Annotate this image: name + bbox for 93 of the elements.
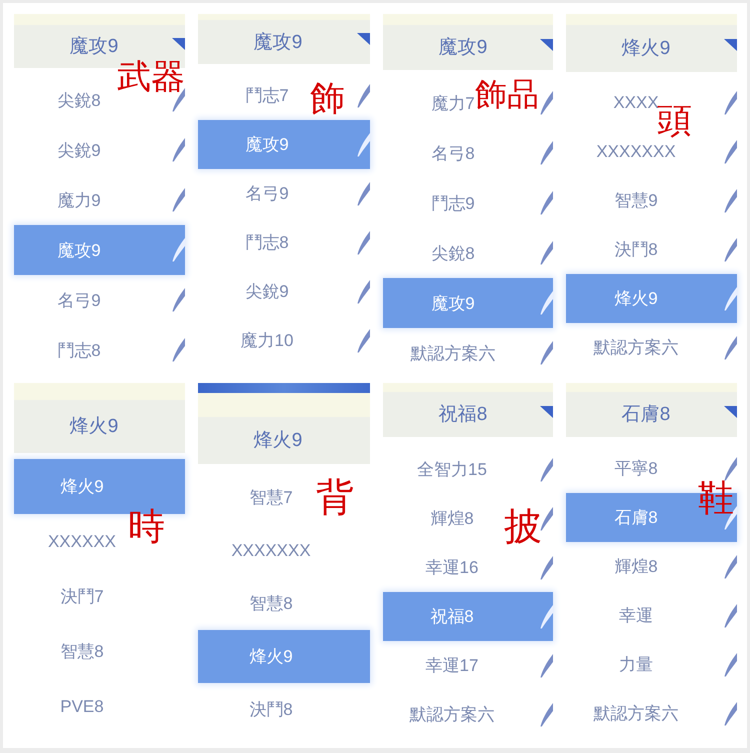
pen-icon[interactable] (172, 138, 185, 162)
list-item[interactable]: 魔攻9 (57, 242, 101, 258)
dropdown[interactable]: 烽火9 (198, 393, 370, 464)
pen-icon[interactable] (724, 188, 737, 212)
list-item[interactable]: 鬥志7 (245, 87, 289, 104)
list-item[interactable]: 智慧8 (60, 643, 104, 660)
list-item[interactable]: XXXXXX (48, 533, 116, 550)
list-item[interactable]: 智慧7 (249, 489, 293, 506)
list-item[interactable]: 尖銳9 (245, 283, 289, 300)
list-item[interactable]: 名弓8 (431, 144, 475, 162)
pen-icon[interactable] (357, 132, 370, 156)
pen-icon[interactable] (540, 141, 553, 165)
list-item[interactable]: 魔力9 (57, 192, 101, 208)
dropdown[interactable]: 烽火9 (566, 14, 737, 72)
pen-icon[interactable] (724, 238, 737, 262)
dropdown[interactable]: 魔攻9 (383, 14, 553, 70)
list-item[interactable]: 智慧9 (614, 192, 658, 209)
list-item[interactable]: 鬥志8 (57, 342, 101, 358)
list-item[interactable]: 烽火9 (614, 290, 658, 307)
pen-icon[interactable] (724, 286, 737, 310)
list-item[interactable]: 默認方案六 (594, 705, 678, 722)
pen-icon[interactable] (357, 230, 370, 254)
annotation-text: 背 (316, 479, 354, 517)
pen-icon[interactable] (540, 604, 553, 628)
pen-icon[interactable] (172, 338, 185, 362)
pen-icon[interactable] (724, 456, 737, 480)
list-item[interactable]: 幸運17 (426, 657, 478, 674)
list-item[interactable]: PVE8 (60, 698, 104, 715)
pen-icon[interactable] (540, 91, 553, 115)
list-item[interactable]: 輝煌8 (430, 510, 474, 527)
pen-icon[interactable] (540, 556, 553, 580)
dropdown[interactable]: 石膚8 (566, 383, 737, 437)
pen-icon[interactable] (540, 291, 553, 315)
list-item[interactable]: 尖銳8 (431, 244, 475, 262)
pen-icon[interactable] (540, 458, 553, 482)
list-item[interactable]: 智慧8 (249, 595, 293, 612)
pen-icon[interactable] (724, 336, 737, 360)
pen-icon[interactable] (172, 288, 185, 312)
pen-icon[interactable] (540, 191, 553, 215)
pen-icon[interactable] (540, 341, 553, 365)
list-item[interactable]: 決鬥7 (60, 588, 104, 605)
list-item[interactable]: 全智力15 (417, 461, 487, 478)
annotation-text: 頭 (657, 103, 692, 138)
list-item[interactable]: 默認方案六 (410, 706, 494, 723)
pen-icon[interactable] (540, 241, 553, 265)
annotation-text: 時 (128, 508, 165, 545)
list-item[interactable]: 名弓9 (57, 292, 101, 308)
list-item[interactable]: 默認方案六 (594, 339, 678, 356)
pen-icon[interactable] (172, 238, 185, 262)
list-item[interactable]: 烽火9 (249, 648, 293, 665)
annotation-text: 披 (504, 508, 542, 546)
list-item[interactable]: 石膚8 (614, 509, 658, 526)
pen-icon[interactable] (540, 654, 553, 678)
list-item[interactable]: 鬥志9 (431, 194, 475, 212)
annotation-text: 飾 (310, 81, 345, 116)
list-item[interactable]: 祝福8 (430, 608, 474, 625)
list-item[interactable]: 幸運16 (426, 559, 478, 576)
pen-icon[interactable] (540, 702, 553, 726)
dropdown[interactable]: 祝福8 (383, 383, 553, 437)
list-item[interactable]: 魔攻9 (431, 294, 475, 312)
dropdown[interactable]: 魔攻9 (198, 14, 370, 64)
list-item[interactable]: 決鬥8 (614, 241, 658, 258)
list-item[interactable]: 決鬥8 (249, 701, 293, 718)
list-item[interactable]: 鬥志8 (245, 234, 289, 251)
pen-icon[interactable] (540, 506, 553, 530)
pen-icon[interactable] (357, 182, 370, 206)
list-item[interactable]: 幸運 (619, 607, 653, 624)
pen-icon[interactable] (724, 604, 737, 628)
list-item[interactable]: 烽火9 (60, 478, 104, 495)
pen-icon[interactable] (724, 652, 737, 676)
list-item[interactable]: 力量 (619, 656, 653, 673)
pen-icon[interactable] (172, 188, 185, 212)
list-item[interactable]: XXXX (613, 94, 659, 111)
pen-icon[interactable] (724, 702, 737, 726)
list-item[interactable]: 平寧8 (614, 460, 658, 477)
list-item[interactable]: 名弓9 (245, 185, 289, 202)
pen-icon[interactable] (357, 280, 370, 304)
dropdown[interactable]: 烽火9 (14, 383, 185, 453)
annotation-text: 飾品 (475, 78, 539, 110)
list-item[interactable]: XXXXXXX (231, 542, 311, 559)
list-item[interactable]: 尖銳9 (57, 142, 101, 158)
pen-icon[interactable] (357, 328, 370, 352)
list-item[interactable]: 尖銳8 (57, 92, 101, 108)
list-item[interactable]: 輝煌8 (614, 558, 658, 575)
pen-icon[interactable] (724, 140, 737, 164)
list-item[interactable]: 默認方案六 (410, 344, 496, 362)
list-item[interactable]: 魔攻9 (245, 136, 289, 153)
list-item[interactable]: 魔力10 (240, 332, 294, 349)
list-item[interactable]: 魔力7 (431, 94, 475, 112)
pen-icon[interactable] (724, 554, 737, 578)
list-item[interactable]: XXXXXXX (596, 143, 676, 160)
pen-icon[interactable] (724, 90, 737, 114)
pen-icon[interactable] (357, 84, 370, 108)
